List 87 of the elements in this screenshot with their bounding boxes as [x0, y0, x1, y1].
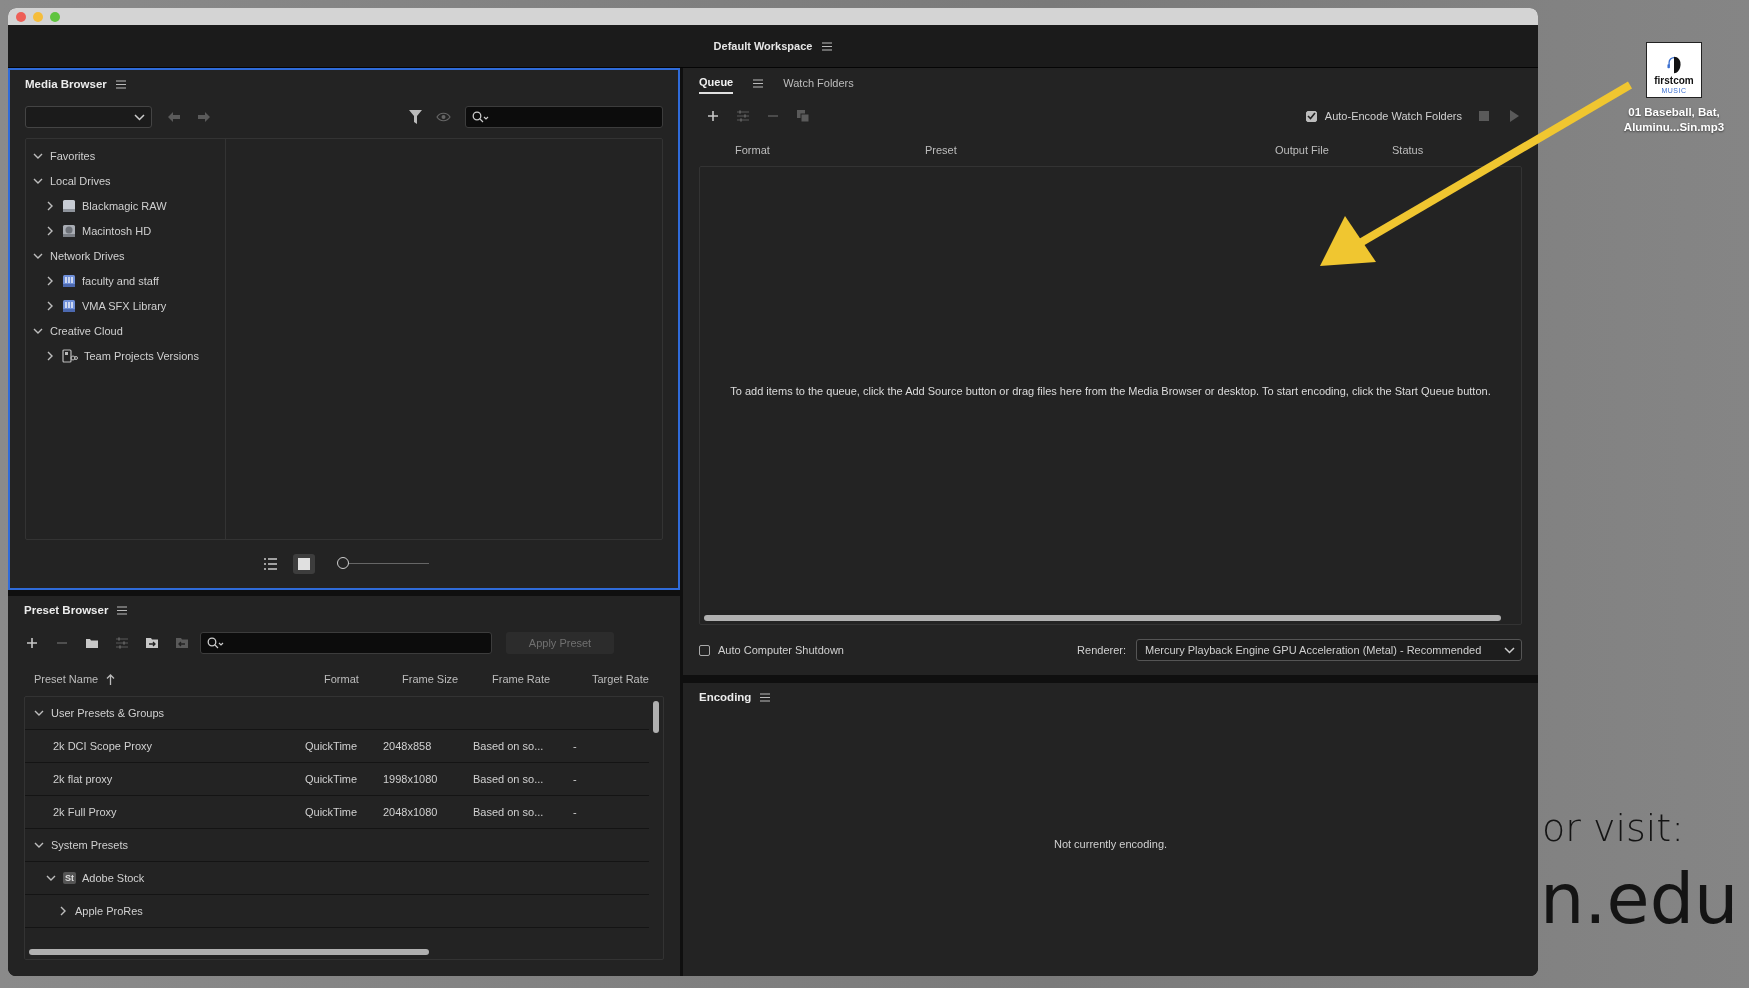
- preset-name[interactable]: 2k DCI Scope Proxy: [25, 740, 305, 752]
- menu-icon[interactable]: [822, 41, 833, 51]
- table-cell-text: -: [573, 806, 578, 818]
- scrollbar-thumb[interactable]: [29, 949, 429, 955]
- search-icon: [472, 111, 490, 123]
- tree-item[interactable]: VMA SFX Library: [82, 299, 167, 312]
- column-header[interactable]: Preset: [925, 144, 957, 156]
- add-icon[interactable]: [24, 635, 40, 651]
- caret-icon: [1504, 646, 1515, 654]
- workspace-title[interactable]: Default Workspace: [713, 40, 813, 52]
- table-cell-text: Based on so...: [473, 806, 545, 818]
- column-header[interactable]: Preset Name: [34, 673, 99, 685]
- column-header[interactable]: Format: [735, 144, 770, 156]
- column-header[interactable]: Format: [324, 673, 359, 685]
- panel-title[interactable]: Encoding: [699, 691, 752, 703]
- search-field[interactable]: [465, 106, 663, 128]
- search-field[interactable]: [200, 632, 492, 654]
- tree-item[interactable]: Favorites: [50, 149, 96, 162]
- eye-icon[interactable]: [436, 112, 451, 122]
- panel-tab[interactable]: Queue: [699, 72, 734, 94]
- column-header[interactable]: Output File: [1275, 144, 1329, 156]
- table-cell-text: Based on so...: [473, 740, 545, 752]
- sort-arrow-icon[interactable]: [106, 673, 116, 685]
- file-name[interactable]: 01 Baseball, Bat, Aluminu...Sin.mp3: [1623, 105, 1725, 135]
- checkbox[interactable]: [1305, 110, 1317, 122]
- panel-title[interactable]: Preset Browser: [24, 604, 109, 616]
- preset-group[interactable]: System Presets: [51, 839, 129, 851]
- panel-tab[interactable]: Watch Folders: [783, 72, 854, 94]
- zoom-slider[interactable]: [337, 557, 429, 571]
- preset-group[interactable]: Apple ProRes: [75, 905, 143, 917]
- menu-icon[interactable]: [117, 605, 128, 615]
- panel-title[interactable]: Media Browser: [25, 78, 107, 90]
- headphones-logo-icon: [1665, 55, 1683, 75]
- table-cell-text: 2048x1080: [383, 806, 439, 818]
- checkbox-label: Auto Computer Shutdown: [718, 644, 844, 656]
- preset-group[interactable]: Adobe Stock: [82, 872, 145, 884]
- column-header[interactable]: Status: [1392, 144, 1424, 156]
- table-cell-text: Based on so...: [473, 773, 545, 785]
- logo-text: firstcom: [1654, 76, 1694, 86]
- background-text: n.edu: [1540, 858, 1739, 940]
- table-cell-text: -: [573, 773, 578, 785]
- preset-group[interactable]: User Presets & Groups: [51, 707, 165, 719]
- scrollbar-thumb[interactable]: [704, 615, 1501, 621]
- table-cell-text: QuickTime: [305, 806, 359, 818]
- column-header[interactable]: Frame Rate: [492, 673, 551, 685]
- filter-icon[interactable]: [409, 110, 422, 124]
- tree-item[interactable]: faculty and staff: [82, 274, 159, 287]
- stock-badge-icon: St: [63, 872, 76, 884]
- table-cell-text: QuickTime: [305, 740, 359, 752]
- renderer-label: Renderer:: [1077, 644, 1126, 656]
- column-header[interactable]: Frame Size: [402, 673, 459, 685]
- tree-item[interactable]: Network Drives: [50, 249, 125, 262]
- column-header[interactable]: Target Rate: [592, 673, 649, 685]
- list-icon: [263, 557, 277, 571]
- menu-icon[interactable]: [753, 78, 764, 88]
- table-cell-text: 1998x1080: [383, 773, 439, 785]
- menu-icon[interactable]: [115, 79, 126, 89]
- checkbox-label: Auto-Encode Watch Folders: [1324, 110, 1462, 122]
- queue-drop-area[interactable]: To add items to the queue, click the Add Source button or drag files here from the Media Browser or desktop. To start encoding, click the Start Queue button.: [699, 166, 1522, 625]
- preset-name[interactable]: 2k flat proxy: [25, 773, 305, 785]
- tree-item[interactable]: Creative Cloud: [50, 324, 123, 337]
- table-cell-text: 2048x858: [383, 740, 433, 752]
- add-icon[interactable]: [705, 108, 721, 124]
- import-icon[interactable]: [144, 635, 160, 651]
- thumbnail-icon: [297, 557, 311, 571]
- menu-icon[interactable]: [760, 692, 771, 702]
- network-drive-icon: [62, 273, 76, 288]
- tree-item[interactable]: Blackmagic RAW: [82, 199, 167, 212]
- checkbox[interactable]: [699, 644, 710, 656]
- table-cell-text: -: [573, 740, 578, 752]
- network-drive-icon: [62, 298, 76, 313]
- caret-icon: [134, 113, 145, 121]
- background-text: or visit:: [1542, 806, 1685, 850]
- team-projects-icon: [62, 348, 78, 363]
- table-cell-text: QuickTime: [305, 773, 359, 785]
- drive-icon: [62, 198, 76, 213]
- tree-item[interactable]: Local Drives: [50, 174, 111, 187]
- renderer-dropdown[interactable]: Mercury Playback Engine GPU Acceleration (Metal) - Recommended: [1136, 639, 1522, 661]
- slider-thumb[interactable]: [337, 557, 349, 569]
- preset-name[interactable]: 2k Full Proxy: [25, 806, 305, 818]
- encoding-status: Not currently encoding.: [1053, 837, 1168, 850]
- scrollbar-thumb[interactable]: [653, 701, 659, 733]
- thumbnail-view-button[interactable]: [293, 554, 315, 574]
- tree-item[interactable]: Team Projects Versions: [84, 349, 199, 362]
- search-icon: [207, 637, 225, 649]
- tree-item[interactable]: Macintosh HD: [82, 224, 152, 237]
- empty-queue-message: To add items to the queue, click the Add Source button or drag files here from the Media Browser or desktop. To start encoding, click the Start Queue button.: [730, 384, 1491, 397]
